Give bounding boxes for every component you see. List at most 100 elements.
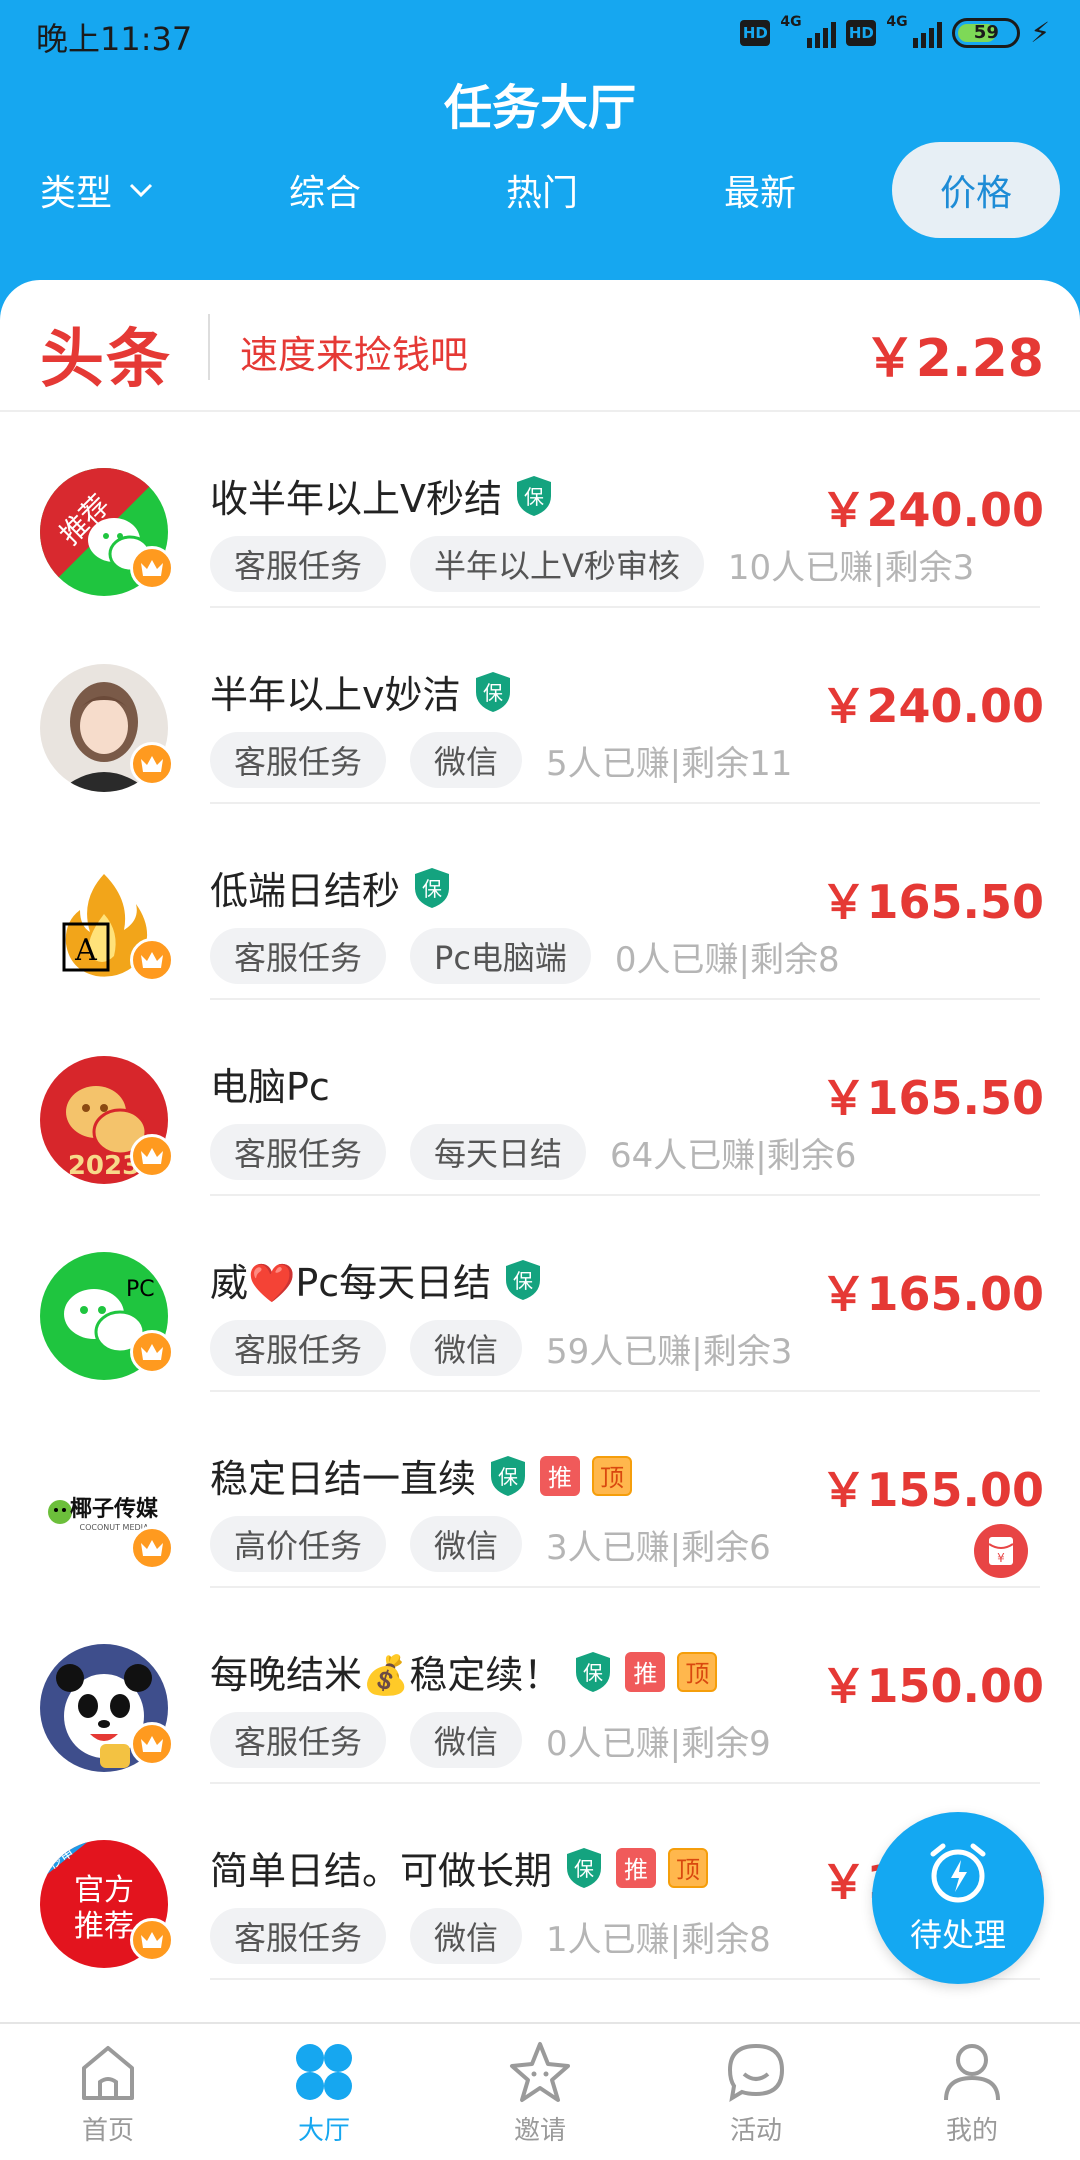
task-title: 半年以上v妙洁 保 bbox=[210, 664, 513, 719]
task-tag: 客服任务 bbox=[210, 536, 387, 592]
task-item[interactable]: PC 威❤️Pc每天日结 保 客服任务 微信 59人已赚|剩余3 ￥165.00 bbox=[0, 1196, 1080, 1392]
task-meta: 客服任务 每天日结 64人已赚|剩余6 bbox=[210, 1124, 856, 1180]
recommend-badge: 推 bbox=[540, 1455, 581, 1496]
nav-activity-label: 活动 bbox=[729, 2116, 782, 2146]
task-stats: 0人已赚|剩余9 bbox=[546, 1723, 771, 1764]
task-price: ￥155.00 bbox=[820, 1463, 1044, 1517]
app-header: 晚上11:37 HD 4G HD 4G 59 ⚡ 任务大厅 类型 综合 热门 最… bbox=[0, 0, 1080, 320]
nav-mine[interactable]: 我的 bbox=[864, 2024, 1080, 2160]
task-meta: 客服任务 半年以上V秒审核 10人已赚|剩余3 bbox=[210, 536, 974, 592]
task-meta: 客服任务 微信 59人已赚|剩余3 bbox=[210, 1320, 792, 1376]
task-title: 稳定日结一直续 保 推 顶 bbox=[210, 1448, 633, 1503]
headline-price: ￥2.28 bbox=[863, 329, 1044, 389]
task-price: ￥165.00 bbox=[820, 1267, 1044, 1321]
guarantee-badge-icon: 保 bbox=[412, 866, 452, 910]
nav-mine-label: 我的 bbox=[945, 2116, 998, 2146]
task-tag: 每天日结 bbox=[410, 1124, 587, 1180]
crown-icon bbox=[130, 1134, 174, 1178]
task-title: 收半年以上V秒结 保 bbox=[210, 468, 554, 523]
headline-logo: 头条 bbox=[40, 322, 172, 397]
task-tag: 微信 bbox=[410, 1908, 523, 1964]
hd-icon: HD bbox=[846, 19, 877, 46]
tab-popular[interactable]: 热门 bbox=[462, 142, 622, 238]
task-item[interactable]: 推荐 收半年以上V秒结 保 客服任务 半年以上V秒审核 10人已赚|剩余3 ￥2… bbox=[0, 412, 1080, 608]
guarantee-badge-icon: 保 bbox=[488, 1454, 528, 1498]
signal-icon: 4G bbox=[780, 14, 837, 48]
task-tag: 微信 bbox=[410, 1712, 523, 1768]
star-icon bbox=[510, 2042, 570, 2102]
task-tag: 客服任务 bbox=[210, 1320, 387, 1376]
svg-text:保: 保 bbox=[498, 1465, 518, 1489]
task-meta: 高价任务 微信 3人已赚|剩余6 bbox=[210, 1516, 771, 1572]
bottom-nav: 首页 大厅 邀请 活动 我的 bbox=[0, 2022, 1080, 2160]
task-tag: 微信 bbox=[410, 1516, 523, 1572]
task-stats: 3人已赚|剩余6 bbox=[546, 1527, 771, 1568]
avatar-official-text2: 推荐 bbox=[74, 1909, 134, 1944]
task-title-text: 收半年以上V秒结 bbox=[210, 477, 502, 521]
task-stats: 1人已赚|剩余8 bbox=[546, 1919, 771, 1960]
pending-label: 待处理 bbox=[909, 1916, 1006, 1954]
pending-button[interactable]: 待处理 bbox=[872, 1812, 1044, 1984]
task-item[interactable]: 椰子传媒 COCONUT MEDIA 稳定日结一直续 保 推 顶 高价任务 微信… bbox=[0, 1392, 1080, 1588]
nav-hall[interactable]: 大厅 bbox=[216, 2024, 432, 2160]
task-meta: 客服任务 微信 5人已赚|剩余11 bbox=[210, 732, 792, 788]
top-badge: 顶 bbox=[592, 1455, 633, 1496]
task-price: ￥240.00 bbox=[820, 483, 1044, 537]
red-packet-icon[interactable]: ¥ bbox=[974, 1524, 1028, 1578]
guarantee-badge-icon: 保 bbox=[564, 1846, 604, 1890]
tab-newest[interactable]: 最新 bbox=[680, 142, 840, 238]
task-stats: 10人已赚|剩余3 bbox=[727, 547, 975, 588]
guarantee-badge-icon: 保 bbox=[503, 1258, 543, 1302]
task-list: 推荐 收半年以上V秒结 保 客服任务 半年以上V秒审核 10人已赚|剩余3 ￥2… bbox=[0, 412, 1080, 1980]
status-time: 晚上11:37 bbox=[36, 20, 193, 58]
nav-home-label: 首页 bbox=[81, 2116, 134, 2146]
chat-icon bbox=[727, 2043, 785, 2102]
crown-icon bbox=[130, 742, 174, 786]
headline-banner[interactable]: 头条 速度来捡钱吧 ￥2.28 bbox=[0, 280, 1080, 412]
user-icon bbox=[944, 2044, 1000, 2101]
task-item[interactable]: 2023 电脑Pc 客服任务 每天日结 64人已赚|剩余6 ￥165.50 bbox=[0, 1000, 1080, 1196]
task-stats: 5人已赚|剩余11 bbox=[546, 743, 793, 784]
task-tag: Pc电脑端 bbox=[410, 928, 591, 984]
task-title: 每晚结米💰稳定续！ 保 推 顶 bbox=[210, 1644, 718, 1699]
chevron-down-icon bbox=[129, 183, 153, 198]
task-tag: 高价任务 bbox=[210, 1516, 387, 1572]
nav-invite-label: 邀请 bbox=[513, 2116, 566, 2146]
tab-comprehensive[interactable]: 综合 bbox=[245, 142, 405, 238]
top-badge: 顶 bbox=[677, 1651, 718, 1692]
guarantee-badge-icon: 保 bbox=[473, 670, 513, 714]
task-title: 威❤️Pc每天日结 保 bbox=[210, 1252, 543, 1307]
nav-activity[interactable]: 活动 bbox=[648, 2024, 864, 2160]
crown-icon bbox=[130, 546, 174, 590]
nav-hall-label: 大厅 bbox=[297, 2116, 350, 2146]
task-tag: 客服任务 bbox=[210, 1124, 387, 1180]
type-filter-dropdown[interactable]: 类型 bbox=[40, 142, 190, 238]
recommend-badge: 推 bbox=[616, 1847, 657, 1888]
task-title: 简单日结。可做长期 保 推 顶 bbox=[210, 1840, 709, 1895]
task-title-text: 每晚结米💰稳定续！ bbox=[210, 1653, 562, 1697]
hd-icon: HD bbox=[740, 19, 771, 46]
task-stats: 0人已赚|剩余8 bbox=[614, 939, 840, 980]
task-item[interactable]: 半年以上v妙洁 保 客服任务 微信 5人已赚|剩余11 ￥240.00 bbox=[0, 608, 1080, 804]
task-item[interactable]: A 低端日结秒 保 客服任务 Pc电脑端 0人已赚|剩余8 ￥165.50 bbox=[0, 804, 1080, 1000]
tab-price[interactable]: 价格 bbox=[892, 142, 1060, 238]
nav-invite[interactable]: 邀请 bbox=[432, 2024, 648, 2160]
task-title-text: 低端日结秒 bbox=[210, 869, 401, 913]
crown-icon bbox=[130, 938, 174, 982]
page-title: 任务大厅 bbox=[443, 80, 636, 136]
headline-text: 速度来捡钱吧 bbox=[240, 333, 469, 377]
home-icon bbox=[82, 2046, 134, 2100]
task-price: ￥165.50 bbox=[820, 1071, 1044, 1125]
avatar-pc-text: PC bbox=[126, 1277, 155, 1302]
task-title-text: 半年以上v妙洁 bbox=[210, 673, 461, 717]
crown-icon bbox=[130, 1526, 174, 1570]
nav-home[interactable]: 首页 bbox=[0, 2024, 216, 2160]
status-bar: 晚上11:37 HD 4G HD 4G 59 ⚡ bbox=[0, 0, 1080, 66]
guarantee-badge-icon: 保 bbox=[573, 1650, 613, 1694]
crown-icon bbox=[130, 1330, 174, 1374]
task-meta: 客服任务 微信 0人已赚|剩余9 bbox=[210, 1712, 771, 1768]
task-title-text: 威❤️Pc每天日结 bbox=[210, 1261, 492, 1305]
task-meta: 客服任务 微信 1人已赚|剩余8 bbox=[210, 1908, 771, 1964]
task-title-text: 简单日结。可做长期 bbox=[210, 1849, 553, 1893]
task-item[interactable]: 每晚结米💰稳定续！ 保 推 顶 客服任务 微信 0人已赚|剩余9 ￥150.00 bbox=[0, 1588, 1080, 1784]
